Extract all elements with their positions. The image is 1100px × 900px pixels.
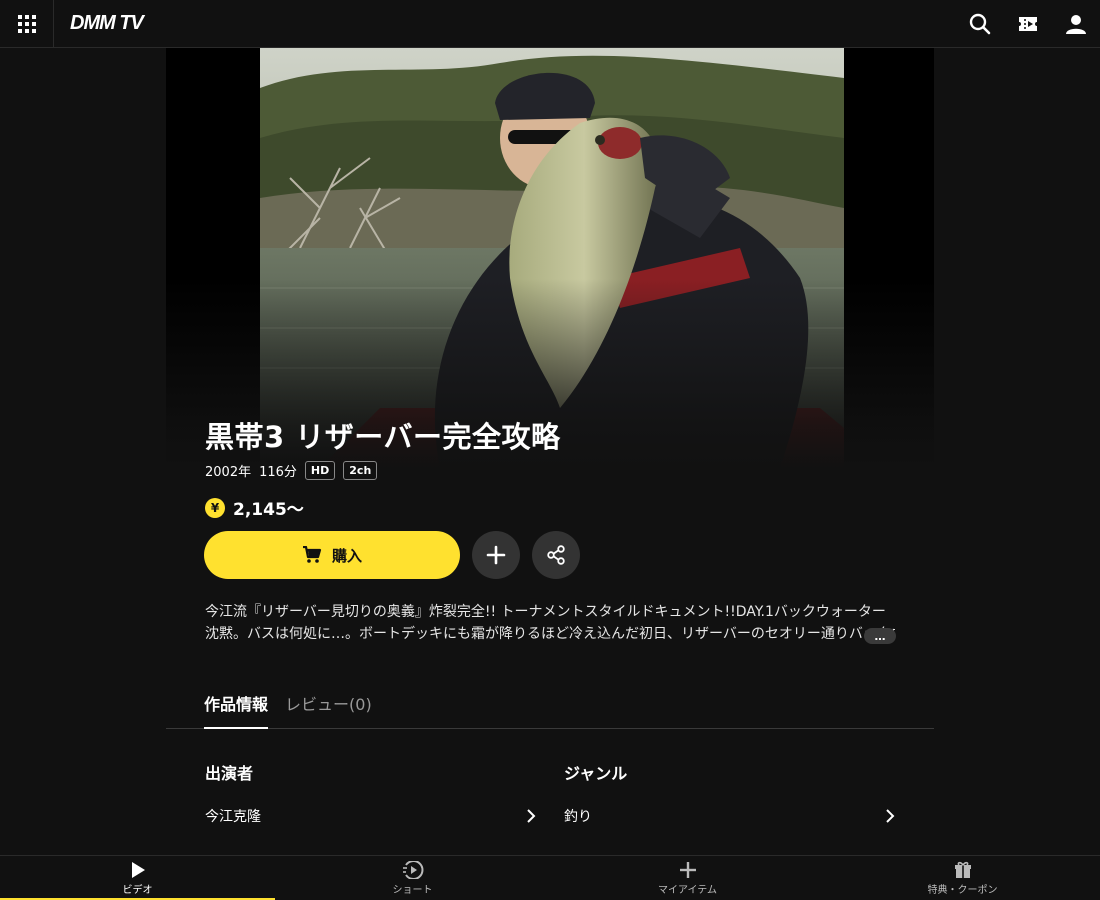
ticket-button[interactable] — [1004, 0, 1052, 48]
description-line-2: 沈黙。バスは何処に…。ボートデッキにも霜が降りるほど冷え込んだ初日、リザーバーの… — [205, 626, 895, 642]
cast-name: 今江克隆 — [205, 809, 261, 825]
share-icon — [547, 545, 565, 565]
plus-icon — [486, 545, 506, 565]
genre-heading: ジャンル — [564, 764, 628, 783]
play-icon — [131, 862, 145, 878]
price: ¥ 2,145〜 — [205, 495, 304, 520]
plus-icon — [679, 862, 696, 878]
nav-short[interactable]: ショート — [275, 856, 550, 900]
release-year: 2002年 — [205, 465, 252, 480]
genre-name: 釣り — [564, 809, 592, 825]
share-button[interactable] — [532, 531, 580, 579]
description-line-1: 今江流『リザーバー見切りの奥義』炸裂完全!! トーナメントスタイルドキュメント!… — [205, 604, 886, 620]
search-icon — [969, 13, 991, 34]
yen-icon: ¥ — [205, 497, 225, 518]
nav-my-items-label: マイアイテム — [658, 885, 717, 896]
hero-image-area — [166, 48, 934, 468]
expand-description-button[interactable]: … — [864, 628, 896, 644]
description: 今江流『リザーバー見切りの奥義』炸裂完全!! トーナメントスタイルドキュメント!… — [205, 601, 905, 645]
buy-button[interactable]: 購入 — [204, 531, 460, 579]
action-buttons: 購入 — [204, 531, 580, 579]
bottom-navigation: ビデオ ショート マイアイテム 特典・クーポン — [0, 855, 1100, 900]
tab-work-info[interactable]: 作品情報 — [204, 685, 269, 729]
cast-heading: 出演者 — [205, 764, 254, 783]
cast-link[interactable]: 今江克隆 — [205, 806, 536, 826]
nav-short-label: ショート — [392, 885, 433, 896]
tab-reviews[interactable]: レビュー(0) — [285, 685, 372, 729]
duration: 116分 — [259, 465, 297, 480]
dmm-tv-logo[interactable]: DMM TV — [70, 12, 144, 35]
genre-section: ジャンル 釣り — [564, 760, 895, 826]
price-value: 2,145〜 — [233, 500, 304, 520]
content-tabs: 作品情報 レビュー(0) — [166, 685, 934, 729]
top-header: DMM TV — [0, 0, 1100, 48]
cart-icon — [302, 546, 322, 563]
search-button[interactable] — [956, 0, 1004, 48]
nav-my-items[interactable]: マイアイテム — [550, 856, 825, 900]
nav-benefits-coupons[interactable]: 特典・クーポン — [825, 856, 1100, 900]
buy-button-label: 購入 — [331, 546, 362, 565]
hero-gradient-overlay — [166, 48, 934, 468]
hd-badge: HD — [304, 461, 336, 480]
cast-section: 出演者 今江克隆 — [205, 760, 536, 826]
nav-video[interactable]: ビデオ — [0, 856, 275, 900]
gift-icon — [954, 861, 971, 878]
audio-channel-badge: 2ch — [343, 461, 378, 480]
ticket-icon — [1019, 16, 1037, 31]
genre-link[interactable]: 釣り — [564, 806, 895, 826]
add-to-my-items-button[interactable] — [472, 531, 520, 579]
page-title: 黒帯3 リザーバー完全攻略 — [205, 420, 561, 454]
nav-benefits-label: 特典・クーポン — [927, 885, 998, 896]
short-play-icon — [402, 861, 423, 879]
account-icon — [1066, 14, 1086, 34]
grid-menu-button[interactable] — [0, 0, 54, 48]
title-meta: 2002年 116分 HD 2ch — [205, 461, 378, 480]
account-button[interactable] — [1052, 0, 1100, 48]
chevron-right-icon — [527, 809, 536, 823]
nav-video-label: ビデオ — [122, 885, 153, 896]
grid-menu-icon — [17, 14, 36, 33]
chevron-right-icon — [886, 809, 895, 823]
